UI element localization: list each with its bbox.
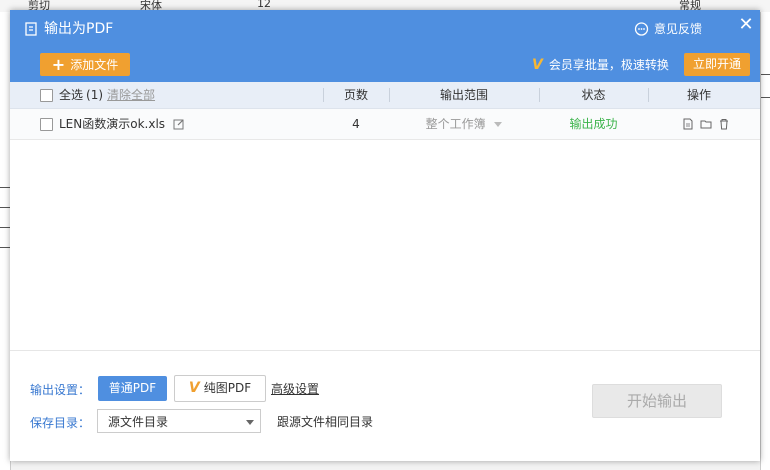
pure-pdf-button[interactable]: V 纯图PDF — [174, 375, 266, 402]
trash-icon[interactable] — [718, 118, 730, 130]
dialog-footer: 输出设置： 普通PDF V 纯图PDF 高级设置 保存目录： 源文件目录 跟源文… — [10, 350, 760, 461]
select-all-label: 全选 — [59, 88, 84, 102]
pages-cell: 4 — [352, 117, 360, 131]
add-file-button[interactable]: + 添加文件 — [40, 53, 130, 76]
vip-v-icon: V — [532, 57, 543, 73]
filename-cell: LEN函数演示ok.xls — [40, 109, 185, 139]
chat-bubble-icon — [634, 21, 649, 36]
table-row: LEN函数演示ok.xls 4 整个工作簿 输出成功 — [10, 109, 760, 140]
select-all-count: (1) — [86, 88, 104, 102]
feedback-label: 意见反馈 — [654, 22, 703, 36]
normal-pdf-button[interactable]: 普通PDF — [98, 376, 167, 401]
status-badge: 输出成功 — [569, 117, 618, 131]
actions-cell — [682, 109, 730, 139]
close-icon[interactable]: ✕ — [737, 16, 755, 34]
dialog-header: 输出为PDF 意见反馈 ✕ + 添加文件 V 会员享批量，极速转换 立即开通 — [10, 10, 760, 82]
same-dir-text: 跟源文件相同目录 — [277, 415, 374, 429]
row-checkbox[interactable] — [40, 117, 53, 131]
save-dir-select[interactable]: 源文件目录 — [97, 409, 261, 433]
dialog-title-text: 输出为PDF — [44, 21, 114, 37]
select-all[interactable]: 全选 (1) 清除全部 — [40, 82, 155, 108]
spreadsheet-right-edge — [760, 12, 770, 470]
header-status: 状态 — [581, 88, 606, 102]
start-export-button[interactable]: 开始输出 — [592, 384, 722, 418]
file-table-header: 全选 (1) 清除全部 页数 输出范围 状态 操作 — [10, 82, 760, 109]
folder-icon[interactable] — [700, 118, 712, 130]
toolbar-font-size[interactable]: 12 — [257, 0, 271, 10]
vip-v-icon: V — [188, 380, 200, 396]
add-file-label: 添加文件 — [70, 58, 119, 72]
chevron-down-icon — [246, 420, 254, 425]
output-settings-label: 输出设置： — [30, 383, 91, 397]
save-dir-label: 保存目录： — [30, 416, 91, 430]
header-actions: 操作 — [686, 88, 711, 102]
advanced-settings-link[interactable]: 高级设置 — [271, 380, 319, 397]
open-vip-button[interactable]: 立即开通 — [684, 53, 750, 76]
dialog-title: 输出为PDF — [24, 19, 113, 39]
chevron-down-icon — [494, 122, 503, 127]
pdf-export-icon — [25, 22, 37, 36]
vip-promo-text: 会员享批量，极速转换 — [548, 58, 669, 72]
vip-promo: V 会员享批量，极速转换 — [532, 55, 669, 75]
filename: LEN函数演示ok.xls — [59, 117, 166, 131]
header-pages: 页数 — [343, 88, 368, 102]
clear-all-link[interactable]: 清除全部 — [107, 82, 155, 108]
open-file-icon[interactable] — [682, 118, 694, 130]
range-value: 整个工作簿 — [425, 117, 486, 131]
select-all-checkbox[interactable] — [40, 88, 53, 102]
save-dir-value: 源文件目录 — [108, 415, 169, 429]
header-range: 输出范围 — [439, 88, 488, 102]
export-pdf-dialog: 输出为PDF 意见反馈 ✕ + 添加文件 V 会员享批量，极速转换 立即开通 全… — [10, 10, 760, 461]
feedback-link[interactable]: 意见反馈 — [634, 19, 702, 39]
plus-icon: + — [51, 54, 66, 74]
range-dropdown[interactable]: 整个工作簿 — [389, 109, 539, 139]
rename-icon[interactable] — [173, 118, 185, 130]
pure-pdf-label: 纯图PDF — [203, 381, 252, 395]
